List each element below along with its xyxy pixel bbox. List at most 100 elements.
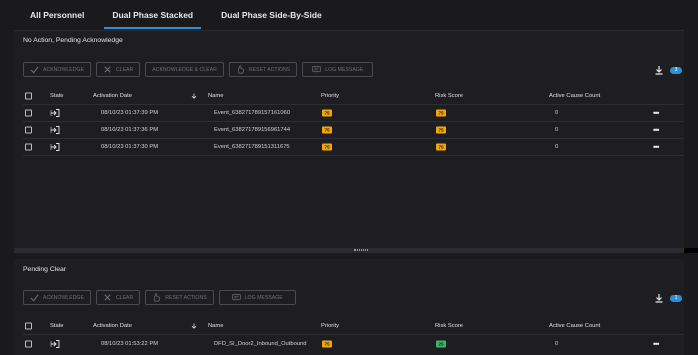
activation-date: 08/10/23 01:53:22 PM <box>101 340 159 347</box>
clear-label: CLEAR <box>115 294 134 301</box>
clear-button[interactable]: CLEAR <box>95 290 141 305</box>
reset-actions-label: RESET ACTIONS <box>248 66 291 73</box>
reset-actions-button[interactable]: RESET ACTIONS <box>228 62 298 77</box>
active-cause-count: 0 <box>555 144 559 150</box>
reset-actions-button[interactable]: RESET ACTIONS <box>145 290 214 305</box>
events-table: State Activation Date Name Priority Risk… <box>23 318 684 354</box>
col-active-cause-count[interactable]: Active Cause Count <box>549 323 600 329</box>
table-row[interactable]: 08/10/23 01:37:39 PM Event_6382717891571… <box>23 105 684 122</box>
more-horizontal-icon[interactable]: ••• <box>653 143 659 152</box>
activation-date: 08/10/23 01:37:30 PM <box>101 144 159 150</box>
log-message-button[interactable]: LOG MESSAGE <box>302 62 374 77</box>
col-state: State <box>50 323 64 329</box>
clear-button[interactable]: CLEAR <box>95 62 141 77</box>
row-checkbox[interactable] <box>25 109 32 117</box>
activation-date: 08/10/23 01:37:39 PM <box>101 110 159 116</box>
toolbar: ACKNOWLEDGE CLEAR ACKNOWLEDGE & CLEAR RE… <box>23 62 374 77</box>
risk-score-badge: 75 <box>436 109 446 117</box>
priority-badge: 75 <box>322 143 332 151</box>
tab-dual-phase-stacked[interactable]: Dual Phase Stacked <box>98 0 207 31</box>
risk-score-badge: 25 <box>436 340 446 347</box>
table-header: State Activation Date Name Priority Risk… <box>23 88 684 105</box>
select-all-checkbox[interactable] <box>25 92 32 100</box>
app-root: All Personnel Dual Phase Stacked Dual Ph… <box>0 0 698 355</box>
log-message-label: LOG MESSAGE <box>325 66 364 73</box>
col-priority[interactable]: Priority <box>321 323 339 329</box>
check-icon <box>30 294 39 302</box>
tab-dual-phase-side-by-side[interactable]: Dual Phase Side-By-Side <box>207 0 336 31</box>
risk-score-badge: 75 <box>436 126 446 134</box>
state-login-icon <box>50 339 60 348</box>
hand-pointer-icon <box>238 65 244 74</box>
events-table: State Activation Date Name Priority Risk… <box>23 88 684 156</box>
message-icon <box>312 65 321 73</box>
table-row[interactable]: 08/10/23 01:53:22 PM DFD_SI_Door2_Inboun… <box>23 335 684 352</box>
active-cause-count: 0 <box>555 110 559 116</box>
scrollbar-corner <box>684 248 698 253</box>
panel-title: No Action, Pending Acknowledge <box>23 37 123 44</box>
priority-badge: 75 <box>322 126 332 134</box>
tab-all-personnel[interactable]: All Personnel <box>14 0 98 31</box>
event-name: Event_638271789157161060 <box>214 110 291 116</box>
table-header: State Activation Date Name Priority Risk… <box>23 318 684 335</box>
splitter-handle[interactable] <box>354 249 368 251</box>
acknowledge-label: ACKNOWLEDGE <box>43 66 84 73</box>
table-row[interactable]: 08/10/23 01:37:30 PM Event_6382717891513… <box>23 139 684 156</box>
pending-acknowledge-panel: No Action, Pending Acknowledge ACKNOWLED… <box>14 31 684 249</box>
event-name: Event_638271789156961744 <box>214 127 291 133</box>
log-message-label: LOG MESSAGE <box>244 294 283 301</box>
priority-badge: 75 <box>322 340 332 347</box>
activation-date: 08/10/23 01:37:36 PM <box>101 127 159 133</box>
sort-down-icon[interactable] <box>191 323 197 329</box>
message-icon <box>232 293 241 301</box>
more-horizontal-icon[interactable]: ••• <box>653 109 659 118</box>
col-risk-score[interactable]: Risk Score <box>435 323 463 329</box>
panel-title: Pending Clear <box>23 266 67 273</box>
sort-down-icon[interactable] <box>191 93 197 99</box>
acknowledge-button[interactable]: ACKNOWLEDGE <box>23 62 91 77</box>
hand-pointer-icon <box>154 293 161 302</box>
acknowledge-and-clear-button[interactable]: ACKNOWLEDGE & CLEAR <box>145 62 224 77</box>
pending-clear-panel: Pending Clear ACKNOWLEDGE CLEAR RESET AC… <box>14 259 684 355</box>
col-name[interactable]: Name <box>208 93 223 99</box>
more-horizontal-icon[interactable]: ••• <box>653 126 659 135</box>
col-name[interactable]: Name <box>208 323 223 329</box>
select-all-checkbox[interactable] <box>25 322 32 330</box>
check-icon <box>30 66 39 74</box>
state-login-icon <box>50 143 60 151</box>
download-icon[interactable] <box>654 293 664 303</box>
col-active-cause-count[interactable]: Active Cause Count <box>549 93 600 99</box>
priority-badge: 75 <box>322 109 332 117</box>
log-message-button[interactable]: LOG MESSAGE <box>218 290 296 305</box>
export-group: 1 <box>654 293 682 303</box>
acknowledge-label: ACKNOWLEDGE <box>43 294 84 301</box>
table-row[interactable]: 08/10/23 01:37:36 PM Event_6382717891569… <box>23 122 684 139</box>
state-login-icon <box>50 109 60 117</box>
count-badge: 3 <box>670 66 682 74</box>
x-icon <box>104 66 111 73</box>
col-activation-date[interactable]: Activation Date <box>93 93 132 99</box>
panel-splitter[interactable] <box>14 248 698 253</box>
download-icon[interactable] <box>654 65 664 75</box>
row-checkbox[interactable] <box>25 126 32 134</box>
active-cause-count: 0 <box>555 127 559 133</box>
acknowledge-button[interactable]: ACKNOWLEDGE <box>23 290 91 305</box>
col-risk-score[interactable]: Risk Score <box>435 93 463 99</box>
col-activation-date[interactable]: Activation Date <box>93 323 132 329</box>
more-horizontal-icon[interactable]: ••• <box>653 339 659 348</box>
x-icon <box>104 294 111 301</box>
col-state: State <box>50 93 64 99</box>
count-badge: 1 <box>670 294 682 302</box>
row-checkbox[interactable] <box>25 143 32 151</box>
row-checkbox[interactable] <box>25 340 32 347</box>
reset-actions-label: RESET ACTIONS <box>165 294 207 301</box>
risk-score-badge: 75 <box>436 143 446 151</box>
event-name: Event_638271789151311675 <box>214 144 290 150</box>
clear-label: CLEAR <box>115 66 134 73</box>
export-group: 3 <box>654 65 682 75</box>
active-cause-count: 0 <box>555 340 559 347</box>
event-name: DFD_SI_Door2_Inbound_Outbound <box>214 340 307 347</box>
state-login-icon <box>50 126 60 134</box>
col-priority[interactable]: Priority <box>321 93 339 99</box>
toolbar: ACKNOWLEDGE CLEAR RESET ACTIONS LOG MESS… <box>23 290 296 305</box>
